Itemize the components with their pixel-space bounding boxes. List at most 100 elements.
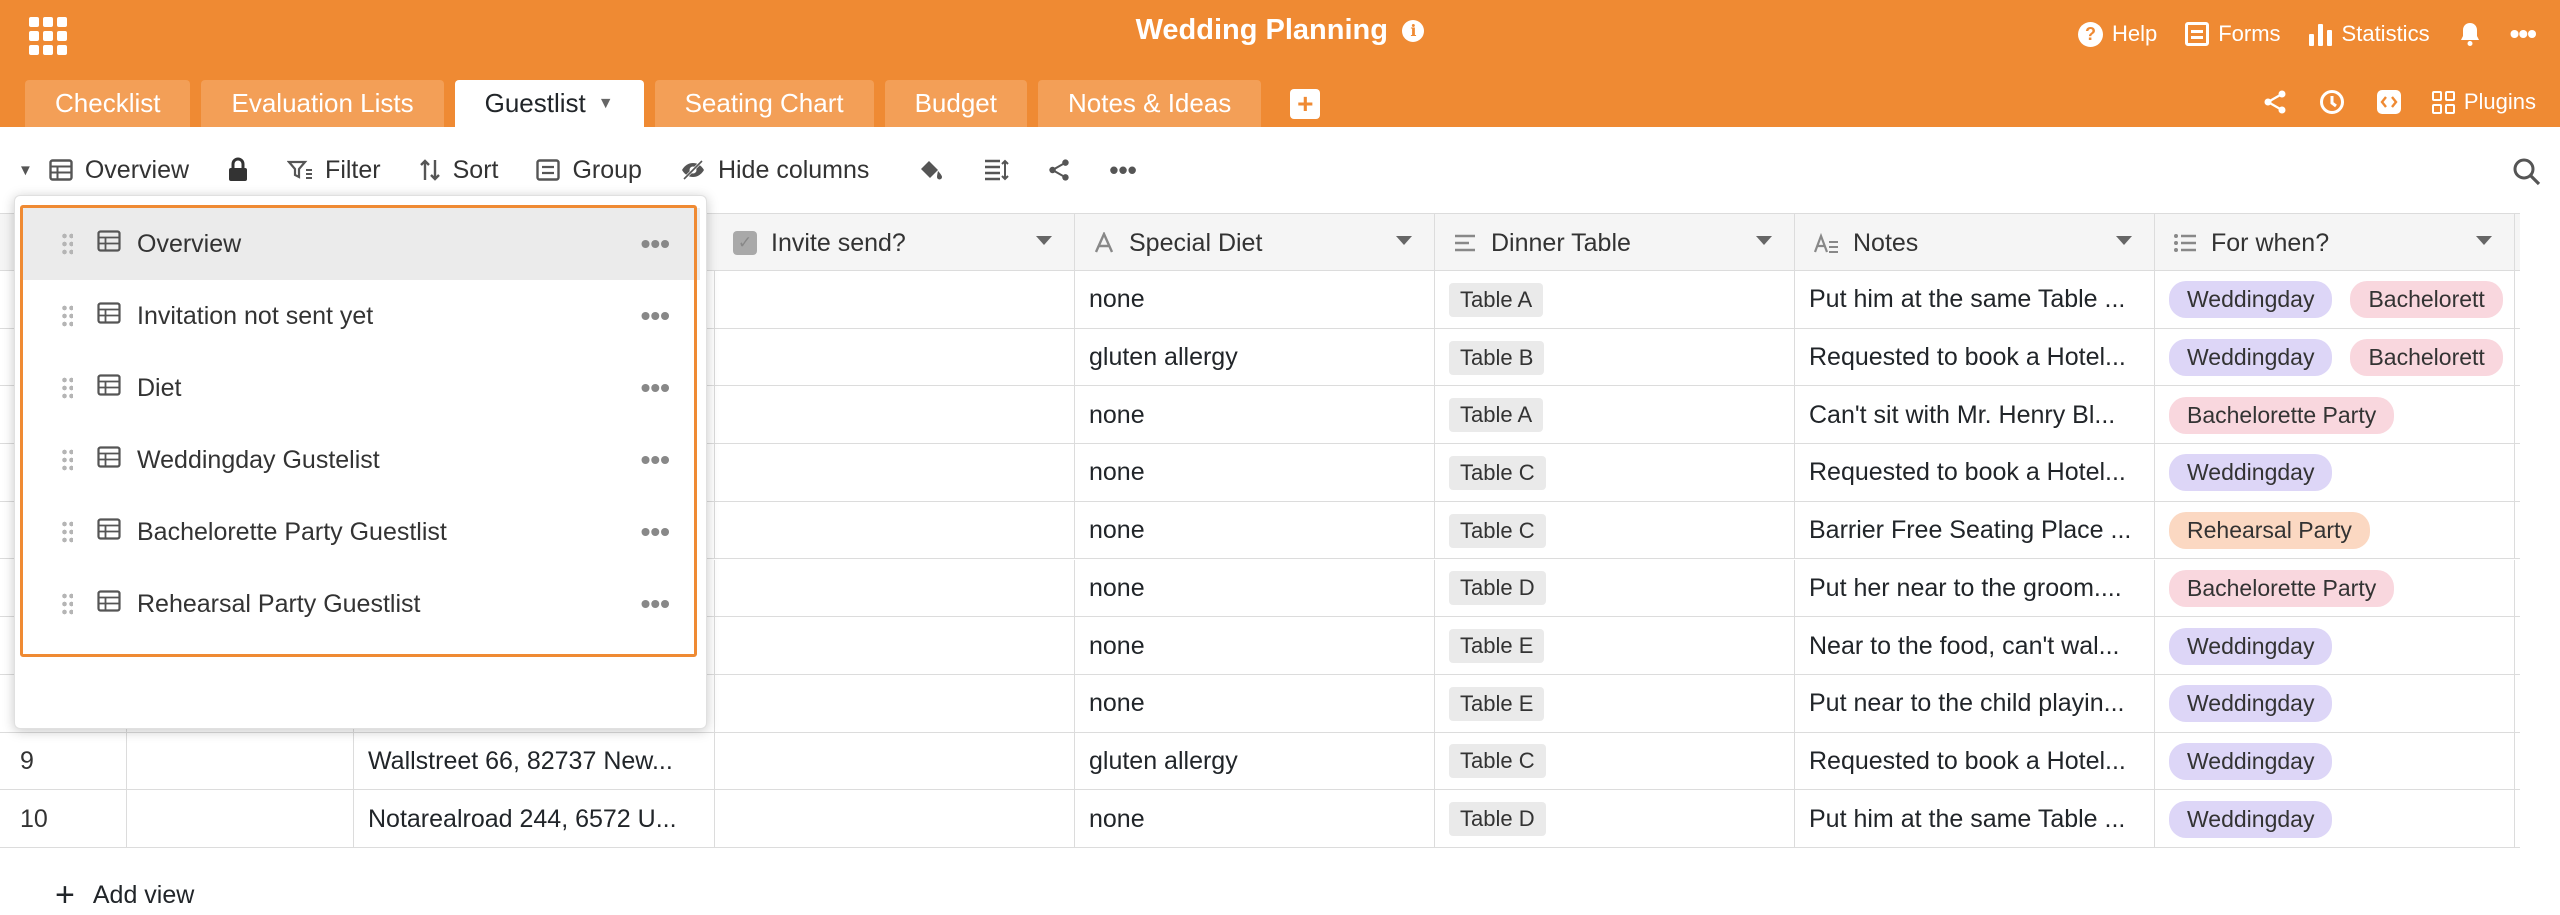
column-header-special-diet[interactable]: Special Diet xyxy=(1075,214,1435,272)
view-item[interactable]: Invitation not sent yet ••• xyxy=(23,280,700,352)
forms-button[interactable]: Forms xyxy=(2185,21,2281,47)
chevron-down-icon[interactable]: ▼ xyxy=(598,95,614,113)
row-height-button[interactable] xyxy=(983,158,1010,182)
invite-send-cell[interactable] xyxy=(715,271,1075,329)
view-more-icon[interactable]: ••• xyxy=(641,228,670,260)
table-row[interactable]: 10 Notarealroad 244, 6572 U... none Table D… xyxy=(0,790,2520,848)
sort-button[interactable]: Sort xyxy=(419,156,498,185)
view-more-icon[interactable]: ••• xyxy=(641,372,670,404)
view-item[interactable]: Diet ••• xyxy=(23,352,700,424)
for-when-cell[interactable]: Rehearsal Party xyxy=(2155,501,2515,560)
address-cell[interactable]: Notarealroad 244, 6572 U... xyxy=(354,790,715,848)
special-diet-cell[interactable]: none xyxy=(1075,271,1435,329)
code-icon[interactable] xyxy=(2376,89,2402,115)
tab-checklist[interactable]: Checklist xyxy=(25,80,191,127)
for-when-cell[interactable]: Weddingday xyxy=(2155,790,2515,848)
view-item[interactable]: Overview ••• xyxy=(23,208,700,280)
notes-cell[interactable]: Barrier Free Seating Place ... xyxy=(1795,501,2155,560)
tab-seating-chart[interactable]: Seating Chart xyxy=(654,80,874,127)
column-menu-icon[interactable] xyxy=(1756,236,1772,245)
notes-cell[interactable]: Put him at the same Table ... xyxy=(1795,790,2155,848)
share-icon[interactable] xyxy=(2262,89,2288,115)
name-cell[interactable] xyxy=(127,790,354,848)
for-when-cell[interactable]: Weddingday xyxy=(2155,444,2515,502)
special-diet-cell[interactable]: gluten allergy xyxy=(1075,328,1435,387)
notifications-button[interactable] xyxy=(2458,21,2482,47)
table-row[interactable]: 9 Wallstreet 66, 82737 New... gluten aller… xyxy=(0,732,2520,791)
for-when-cell[interactable]: Bachelorette Party xyxy=(2155,559,2515,618)
view-selector[interactable]: ▼ Overview xyxy=(18,156,189,185)
notes-cell[interactable]: Put near to the child playin... xyxy=(1795,674,2155,733)
for-when-cell[interactable]: Weddingday xyxy=(2155,617,2515,675)
notes-cell[interactable]: Put him at the same Table ... xyxy=(1795,271,2155,329)
tab-notes-ideas[interactable]: Notes & Ideas xyxy=(1037,80,1262,127)
special-diet-cell[interactable]: none xyxy=(1075,559,1435,618)
invite-send-cell[interactable] xyxy=(715,559,1075,618)
special-diet-cell[interactable]: gluten allergy xyxy=(1075,732,1435,791)
invite-send-cell[interactable] xyxy=(715,444,1075,502)
for-when-cell[interactable]: Bachelorette Party xyxy=(2155,386,2515,445)
drag-handle-icon[interactable] xyxy=(61,376,73,400)
for-when-cell[interactable]: Weddingday Bachelorett xyxy=(2155,328,2515,387)
column-menu-icon[interactable] xyxy=(2476,236,2492,245)
special-diet-cell[interactable]: none xyxy=(1075,790,1435,848)
dinner-table-cell[interactable]: Table C xyxy=(1435,444,1795,502)
hide-columns-button[interactable]: Hide columns xyxy=(680,156,869,185)
invite-send-cell[interactable] xyxy=(715,674,1075,733)
drag-handle-icon[interactable] xyxy=(61,448,73,472)
dinner-table-cell[interactable]: Table D xyxy=(1435,790,1795,848)
notes-cell[interactable]: Near to the food, can't wal... xyxy=(1795,617,2155,675)
column-header-invite-send[interactable]: ✓ Invite send? xyxy=(715,214,1075,272)
column-menu-icon[interactable] xyxy=(1396,236,1412,245)
drag-handle-icon[interactable] xyxy=(61,232,73,256)
add-view-button[interactable]: + Add view xyxy=(55,876,194,915)
dinner-table-cell[interactable]: Table D xyxy=(1435,559,1795,618)
invite-send-cell[interactable] xyxy=(715,732,1075,791)
lock-view-button[interactable] xyxy=(227,157,249,183)
dinner-table-cell[interactable]: Table B xyxy=(1435,328,1795,387)
more-toolbar-icon[interactable]: ••• xyxy=(1109,155,1136,186)
view-more-icon[interactable]: ••• xyxy=(641,444,670,476)
statistics-button[interactable]: Statistics xyxy=(2308,21,2430,47)
group-button[interactable]: Group xyxy=(536,156,642,185)
search-icon[interactable] xyxy=(2512,157,2542,187)
invite-send-cell[interactable] xyxy=(715,790,1075,848)
drag-handle-icon[interactable] xyxy=(61,592,73,616)
view-more-icon[interactable]: ••• xyxy=(641,300,670,332)
filter-button[interactable]: Filter xyxy=(287,156,381,185)
help-button[interactable]: ? Help xyxy=(2077,21,2157,47)
notes-cell[interactable]: Requested to book a Hotel... xyxy=(1795,328,2155,387)
view-more-icon[interactable]: ••• xyxy=(641,516,670,548)
invite-send-cell[interactable] xyxy=(715,501,1075,560)
dinner-table-cell[interactable]: Table A xyxy=(1435,386,1795,445)
invite-send-cell[interactable] xyxy=(715,386,1075,445)
dinner-table-cell[interactable]: Table C xyxy=(1435,732,1795,791)
more-options-icon[interactable]: ••• xyxy=(2510,18,2537,50)
dinner-table-cell[interactable]: Table E xyxy=(1435,617,1795,675)
plugins-button[interactable]: Plugins xyxy=(2431,89,2536,115)
notes-cell[interactable]: Can't sit with Mr. Henry Bl... xyxy=(1795,386,2155,445)
view-item[interactable]: Weddingday Gustelist ••• xyxy=(23,424,700,496)
tab-budget[interactable]: Budget xyxy=(884,80,1027,127)
special-diet-cell[interactable]: none xyxy=(1075,444,1435,502)
drag-handle-icon[interactable] xyxy=(61,304,73,328)
view-item[interactable]: Bachelorette Party Guestlist ••• xyxy=(23,496,700,568)
view-item[interactable]: Rehearsal Party Guestlist ••• xyxy=(23,568,700,640)
add-table-icon[interactable]: + xyxy=(1290,88,1321,119)
share-view-button[interactable] xyxy=(1047,158,1071,182)
address-cell[interactable]: Wallstreet 66, 82737 New... xyxy=(354,732,715,791)
column-menu-icon[interactable] xyxy=(1036,236,1052,245)
name-cell[interactable] xyxy=(127,732,354,791)
info-icon[interactable]: i xyxy=(1402,19,1425,42)
column-menu-icon[interactable] xyxy=(2116,236,2132,245)
column-header-dinner-table[interactable]: Dinner Table xyxy=(1435,214,1795,272)
tab-guestlist[interactable]: Guestlist ▼ xyxy=(454,80,644,127)
column-header-notes[interactable]: Notes xyxy=(1795,214,2155,272)
row-color-button[interactable] xyxy=(917,157,945,183)
notes-cell[interactable]: Put her near to the groom.... xyxy=(1795,559,2155,618)
history-icon[interactable] xyxy=(2318,88,2346,116)
invite-send-cell[interactable] xyxy=(715,617,1075,675)
for-when-cell[interactable]: Weddingday xyxy=(2155,732,2515,791)
dinner-table-cell[interactable]: Table E xyxy=(1435,674,1795,733)
column-header-for-when[interactable]: For when? xyxy=(2155,214,2515,272)
